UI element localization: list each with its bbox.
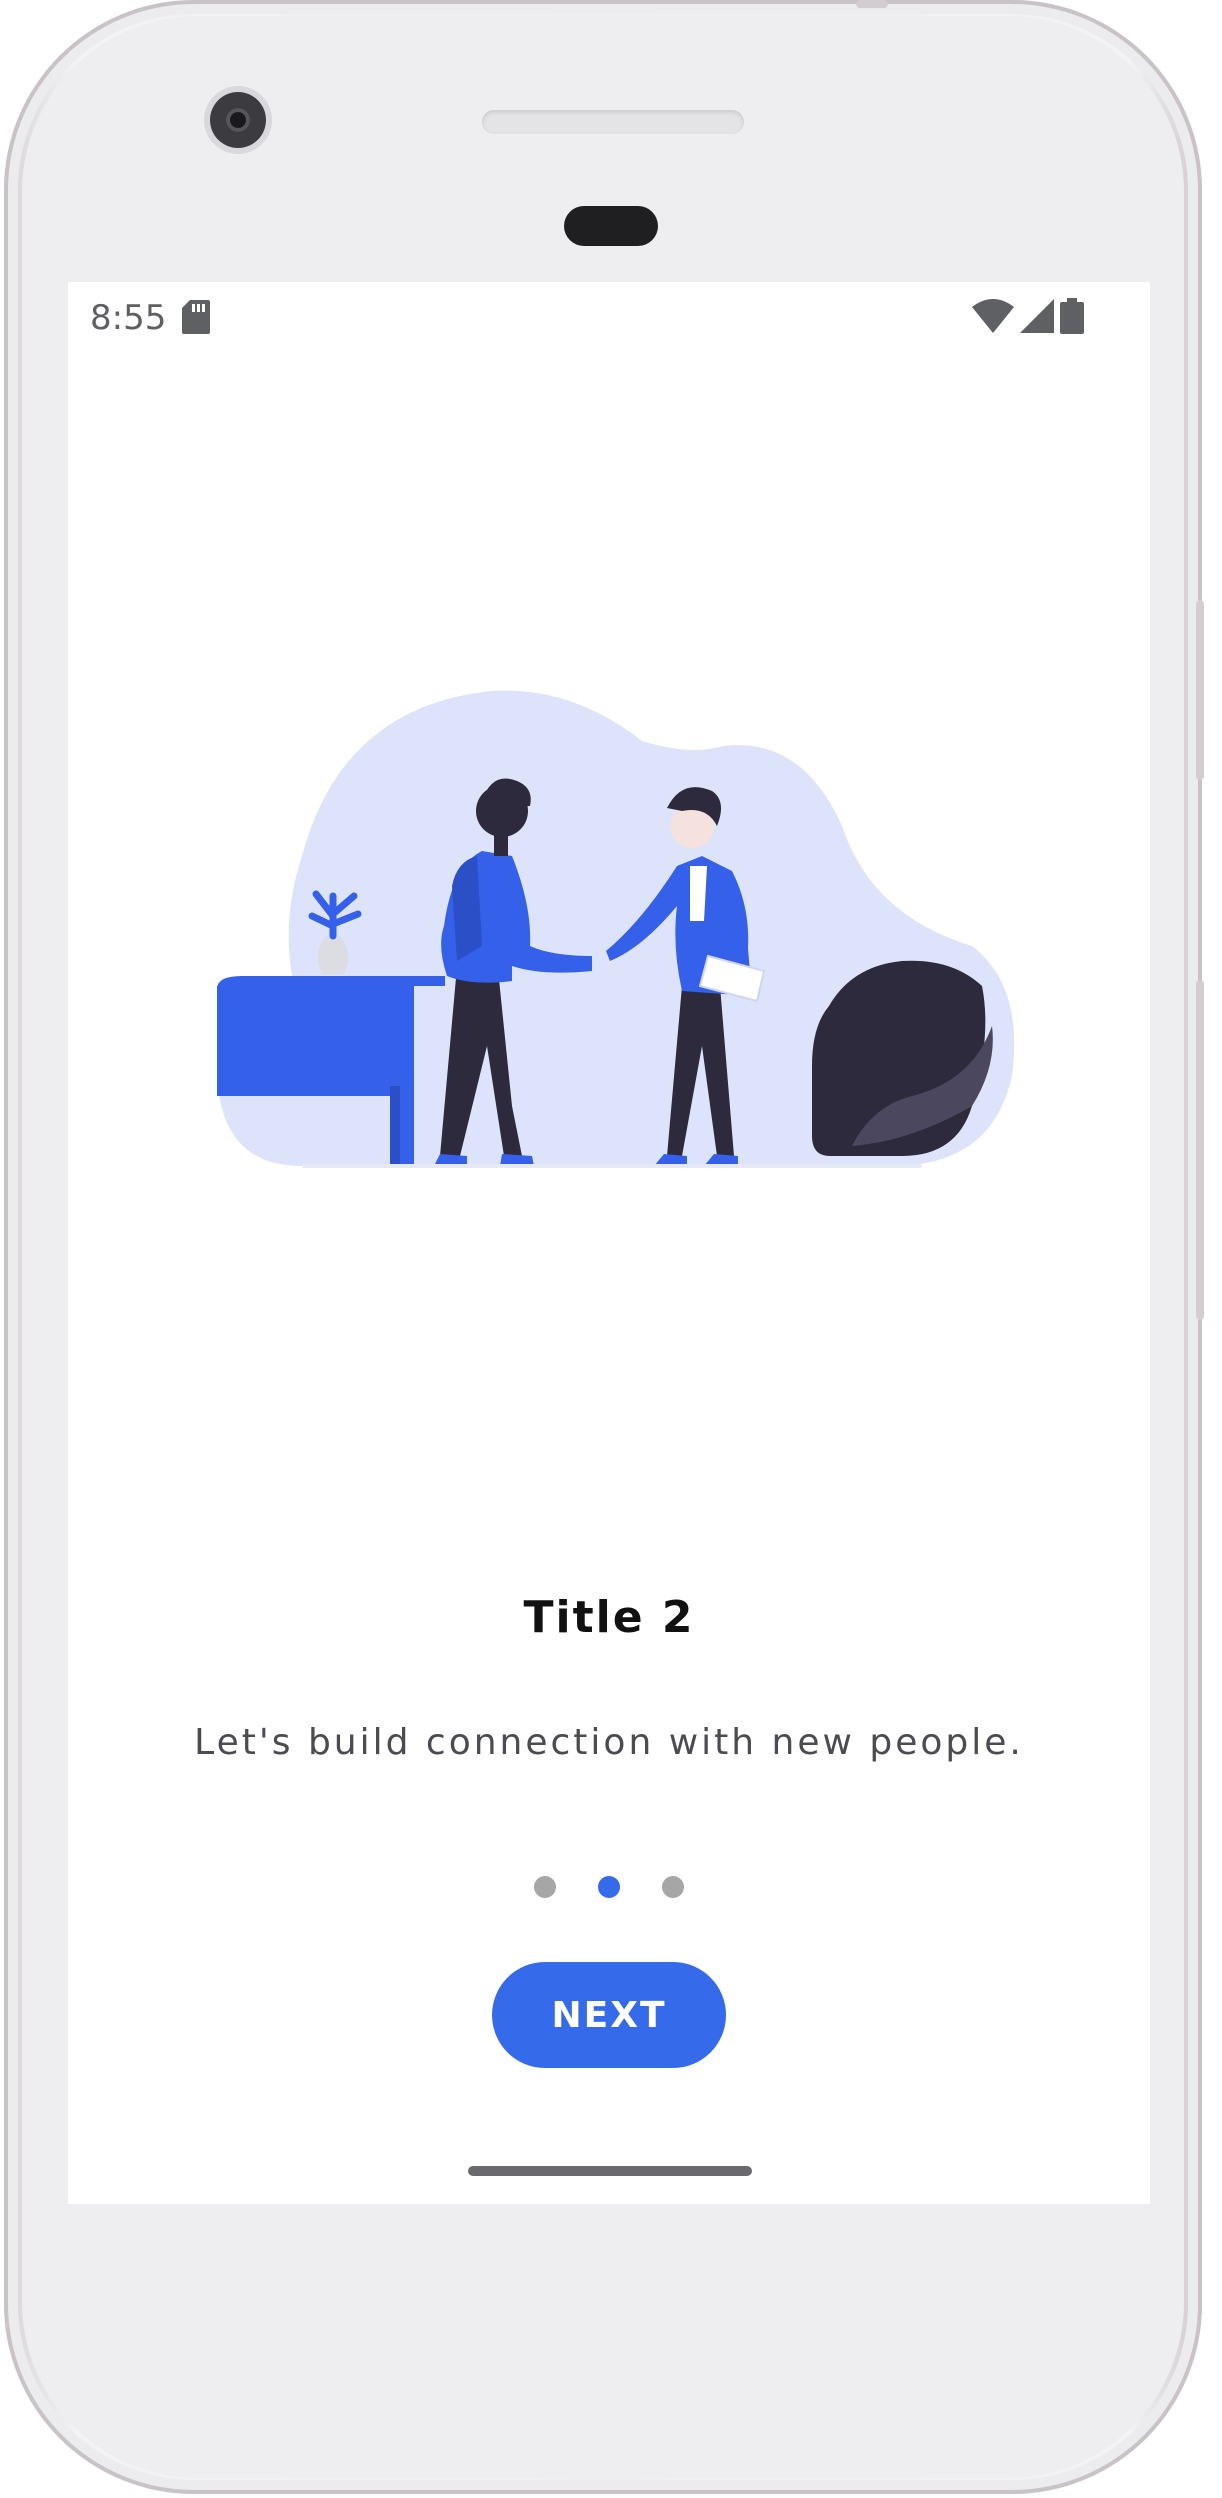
power-button (1196, 600, 1204, 780)
page-indicator (68, 1876, 1150, 1898)
earpiece-speaker (482, 110, 744, 134)
page-dot-2-active[interactable] (598, 1876, 620, 1898)
status-time: 8:55 (90, 298, 167, 338)
page-dot-3[interactable] (662, 1876, 684, 1898)
next-button[interactable]: NEXT (492, 1962, 726, 2068)
wifi-icon (972, 299, 1014, 333)
sd-card-icon (182, 300, 210, 334)
volume-button (1196, 980, 1204, 1320)
screen: 8:55 Title 2 Let's build connection with… (68, 282, 1150, 2204)
page-dot-1[interactable] (534, 1876, 556, 1898)
proximity-sensor (564, 206, 658, 246)
floor-shadow (302, 1164, 922, 1168)
onboarding-subtitle: Let's build connection with new people. (194, 1722, 1024, 1763)
home-indicator[interactable] (468, 2166, 752, 2176)
phone-frame: 8:55 Title 2 Let's build connection with… (4, 0, 1204, 2494)
handshake-illustration (217, 690, 1015, 1168)
front-camera (210, 92, 266, 148)
top-edge-notch (856, 0, 888, 8)
onboarding-title: Title 2 (523, 1592, 695, 1643)
signal-icon (1020, 299, 1054, 333)
status-bar: 8:55 (68, 282, 1150, 346)
battery-icon (1060, 298, 1084, 334)
status-icons (972, 296, 1084, 336)
